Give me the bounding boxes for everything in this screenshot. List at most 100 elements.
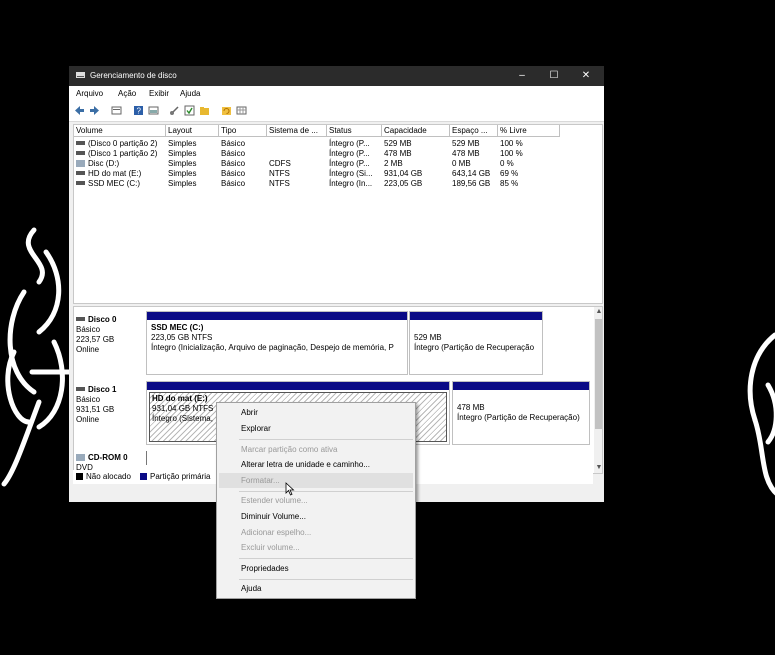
cell-text: 100 % [500, 139, 523, 148]
cell-status: Íntegro (In... [327, 178, 382, 189]
connect-icon[interactable] [169, 105, 180, 116]
partition-disk1-recovery[interactable]: 478 MB Íntegro (Partição de Recuperação) [452, 381, 590, 445]
disk-list-icon[interactable] [111, 105, 122, 116]
scroll-down-icon[interactable]: ▼ [594, 463, 602, 473]
disk-1-info[interactable]: Disco 1 Básico 931,51 GB Online [76, 385, 146, 425]
cell-text: 100 % [500, 149, 523, 158]
cell-text: Básico [221, 179, 246, 188]
disk-1-state: Online [76, 415, 100, 424]
partition-ssd-mec[interactable]: SSD MEC (C:) 223,05 GB NTFS Íntegro (Ini… [146, 311, 408, 375]
menu-item-marcar-ativa[interactable]: Marcar partição como ativa [241, 443, 337, 457]
menu-item-ajuda[interactable]: Ajuda [241, 582, 261, 596]
disk-management-icon [76, 72, 85, 78]
cell-text: CDFS [269, 159, 291, 168]
partition-status: Íntegro (Partição de Recuperação [414, 343, 535, 352]
column-header-tipo[interactable]: Tipo [219, 125, 267, 137]
menu-bar: Arquivo Ação Exibir Ajuda [69, 86, 604, 101]
menu-item-explorar[interactable]: Explorar [241, 422, 271, 436]
partition-status: Íntegro (Inicialização, Arquivo de pagin… [151, 343, 394, 352]
cdrom-partition-edge [146, 451, 147, 465]
cell-text: Básico [221, 159, 246, 168]
minimize-button[interactable]: – [507, 66, 537, 86]
menu-item-propriedades[interactable]: Propriedades [241, 562, 289, 576]
cell-text: HD do mat (E:) [88, 169, 142, 178]
cell-tipo: Básico [219, 178, 267, 189]
cell-text: 643,14 GB [452, 169, 491, 178]
ornament-right-graphic [747, 332, 775, 496]
properties-icon[interactable] [148, 105, 159, 116]
cell-text: 2 MB [384, 159, 403, 168]
toolbar: ? [69, 101, 604, 122]
menu-item-abrir[interactable]: Abrir [241, 406, 258, 420]
cell-text: 85 % [500, 179, 519, 188]
back-arrow-icon[interactable] [74, 105, 85, 116]
partition-size: 478 MB [457, 403, 485, 412]
cell-text: 529 MB [384, 139, 412, 148]
forward-arrow-icon[interactable] [89, 105, 100, 116]
menu-arquivo[interactable]: Arquivo [76, 89, 103, 98]
disk-1-size: 931,51 GB [76, 405, 115, 414]
cell-espaco: 189,56 GB [450, 178, 498, 189]
title-bar: Gerenciamento de disco – ☐ ✕ [69, 66, 604, 86]
cell-sistema: NTFS [267, 178, 327, 189]
cell-text: Simples [168, 179, 197, 188]
menu-acao[interactable]: Ação [118, 89, 136, 98]
grid-icon[interactable] [236, 105, 247, 116]
check-icon[interactable] [184, 105, 195, 116]
scroll-up-icon[interactable]: ▲ [594, 307, 602, 317]
column-header-volume[interactable]: Volume [74, 125, 166, 137]
partition-size: 223,05 GB NTFS [151, 333, 213, 342]
vertical-scrollbar[interactable]: ▲ ▼ [594, 307, 602, 473]
cell-text: Íntegro (Si... [329, 169, 373, 178]
cell-text: Íntegro (P... [329, 159, 370, 168]
scroll-thumb[interactable] [595, 319, 602, 429]
menu-ajuda[interactable]: Ajuda [180, 89, 200, 98]
disk-icon [76, 181, 85, 185]
folder-icon[interactable] [199, 105, 210, 116]
column-header-capacidade[interactable]: Capacidade [382, 125, 450, 137]
disk-icon [76, 141, 85, 145]
cell-text: Básico [221, 169, 246, 178]
column-header-status[interactable]: Status [327, 125, 382, 137]
column-header-layout[interactable]: Layout [166, 125, 219, 137]
partition-disk0-recovery[interactable]: 529 MB Íntegro (Partição de Recuperação [409, 311, 543, 375]
column-header-sistema[interactable]: Sistema de ... [267, 125, 327, 137]
refresh-icon[interactable] [221, 105, 232, 116]
cell-text: Simples [168, 159, 197, 168]
maximize-button[interactable]: ☐ [539, 66, 569, 86]
menu-item-alterar-letra[interactable]: Alterar letra de unidade e caminho... [241, 458, 370, 472]
cell-text: NTFS [269, 179, 290, 188]
legend-primary: Partição primária [150, 472, 211, 481]
menu-exibir[interactable]: Exibir [149, 89, 169, 98]
cell-text: 223,05 GB [384, 179, 423, 188]
menu-item-formatar[interactable]: Formatar... [241, 474, 280, 488]
disk-0-info[interactable]: Disco 0 Básico 223,57 GB Online [76, 315, 146, 355]
disk-icon [76, 171, 85, 175]
column-header-livre[interactable]: % Livre [498, 125, 560, 137]
primary-swatch [140, 473, 147, 480]
partition-bar [147, 382, 449, 390]
cell-text: Básico [221, 139, 246, 148]
cell-text: 69 % [500, 169, 519, 178]
menu-item-estender[interactable]: Estender volume... [241, 494, 308, 508]
menu-item-excluir[interactable]: Excluir volume... [241, 541, 300, 555]
cell-text: NTFS [269, 169, 290, 178]
cell-text: Simples [168, 169, 197, 178]
ornament-left-graphic [1, 227, 72, 487]
cell-text: Básico [221, 149, 246, 158]
close-button[interactable]: ✕ [571, 66, 601, 86]
menu-item-adicionar-espelho[interactable]: Adicionar espelho... [241, 526, 311, 540]
menu-separator [239, 439, 413, 440]
cell-text: Simples [168, 139, 197, 148]
menu-item-diminuir[interactable]: Diminuir Volume... [241, 510, 306, 524]
cell-text: (Disco 0 partição 2) [88, 139, 158, 148]
help-icon[interactable]: ? [133, 105, 144, 116]
column-header-espaco[interactable]: Espaço ... [450, 125, 498, 137]
cell-text: 189,56 GB [452, 179, 491, 188]
legend-unallocated: Não alocado [86, 472, 131, 481]
cell-text: 0 MB [452, 159, 471, 168]
disk-0-size: 223,57 GB [76, 335, 115, 344]
disk-icon [76, 317, 85, 321]
cell-text: 478 MB [452, 149, 480, 158]
menu-separator [239, 491, 413, 492]
